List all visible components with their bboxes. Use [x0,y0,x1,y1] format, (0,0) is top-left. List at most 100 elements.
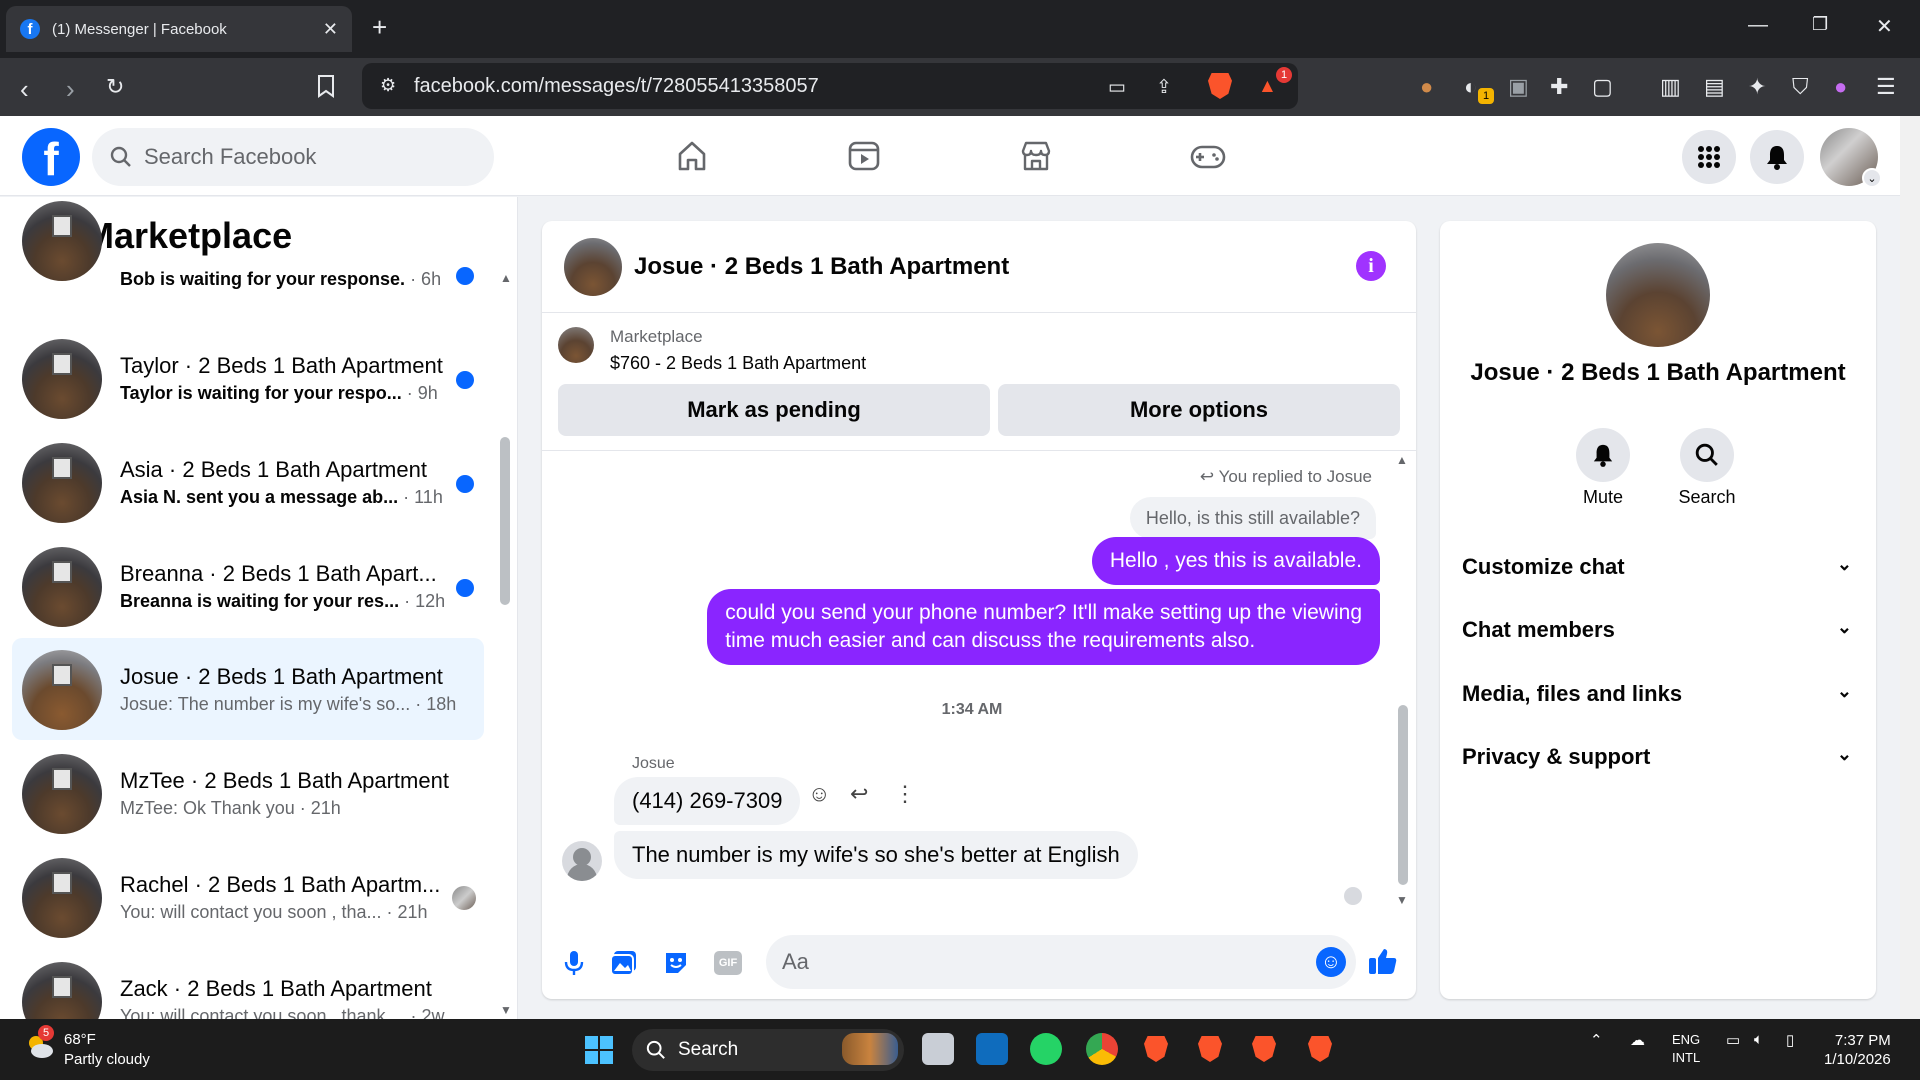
conversation-list-scrollbar[interactable] [500,437,510,605]
mute-button[interactable] [1576,428,1630,482]
conversation-name: Zack · 2 Beds 1 Bath Apartment [120,976,432,1001]
address-bar[interactable]: ⚙ facebook.com/messages/t/72805541335805… [362,63,1298,109]
chat-profile-picture[interactable] [1606,243,1710,347]
more-actions-icon[interactable]: ⋮ [894,781,916,807]
mark-as-pending-button[interactable]: Mark as pending [558,384,990,436]
incoming-message[interactable]: The number is my wife's so she's better … [614,831,1138,879]
chat-members-section[interactable]: Chat members ⌄ [1462,617,1858,643]
home-icon[interactable] [672,136,712,176]
outgoing-message[interactable]: Hello , yes this is available. [1091,537,1380,585]
photo-icon[interactable] [610,949,638,977]
vpn-shield-icon[interactable]: ⛉ [1792,74,1809,100]
battery-icon[interactable]: ▯ [1786,1031,1794,1049]
wallet-icon[interactable]: ▤ [1704,74,1725,100]
chat-avatar[interactable] [564,238,622,296]
quoted-message[interactable]: Hello, is this still available? [1129,497,1376,539]
forward-button[interactable]: › [66,74,75,105]
sender-avatar[interactable] [562,841,602,881]
marketplace-icon[interactable] [1016,136,1056,176]
brave-shields-icon[interactable] [1208,73,1232,99]
brave-profile-icon[interactable] [1252,1036,1276,1062]
microphone-icon[interactable] [560,949,588,977]
file-explorer-icon[interactable] [922,1033,954,1065]
outgoing-message[interactable]: could you send your phone number? It'll … [707,589,1380,665]
reload-button[interactable]: ↻ [106,74,124,100]
close-window-button[interactable]: ✕ [1876,14,1893,39]
listing-price-title[interactable]: $760 - 2 Beds 1 Bath Apartment [610,353,866,374]
scroll-down-arrow[interactable]: ▼ [1396,893,1408,907]
scroll-down-arrow[interactable]: ▼ [500,1003,512,1017]
browser-tab[interactable]: f (1) Messenger | Facebook ✕ [6,6,352,52]
gif-button[interactable]: GIF [714,951,742,975]
conversation-item-active[interactable]: Josue · 2 Beds 1 Bath Apartment Josue: T… [12,638,484,740]
privacy-support-section[interactable]: Privacy & support ⌄ [1462,744,1858,770]
new-tab-button[interactable]: + [372,12,387,43]
message-input-box[interactable]: ☺ [766,935,1356,989]
cookie-extension-icon[interactable]: ● [1420,74,1433,100]
facebook-search[interactable] [92,128,494,186]
extension-icon[interactable]: ◐ [1464,74,1477,100]
conversation-item[interactable]: Zack · 2 Beds 1 Bath Apartment You: will… [12,950,484,1019]
chevron-up-icon[interactable]: ⌃ [1590,1031,1603,1049]
lock-extension-icon[interactable]: ▣ [1508,74,1529,100]
notifications-button[interactable] [1750,130,1804,184]
facebook-logo[interactable]: f [22,128,80,186]
search-input[interactable] [144,144,484,170]
onedrive-icon[interactable]: ☁ [1630,1031,1645,1049]
restore-button[interactable]: ❐ [1812,14,1828,35]
minimize-button[interactable]: — [1748,14,1768,37]
menu-grid-button[interactable] [1682,130,1736,184]
brave-icon[interactable] [1144,1036,1168,1062]
screenshot-icon[interactable]: ▢ [1592,74,1613,100]
search-conversation-button[interactable] [1680,428,1734,482]
conversation-item[interactable]: MzTee · 2 Beds 1 Bath Apartment MzTee: O… [12,742,484,844]
profile-icon[interactable]: ● [1834,74,1847,100]
whatsapp-icon[interactable] [1030,1033,1062,1065]
reply-icon[interactable]: ↩ [850,781,868,807]
page-scrollbar[interactable] [1900,116,1920,1019]
share-icon[interactable]: ⇪ [1156,76,1172,99]
sidebar-icon[interactable]: ▥ [1660,74,1681,100]
video-icon[interactable] [844,136,884,176]
incoming-message[interactable]: (414) 269-7309 [614,777,801,825]
cast-icon[interactable]: ▭ [1108,76,1126,99]
volume-icon[interactable]: 🔈︎ [1754,1031,1763,1048]
more-options-button[interactable]: More options [998,384,1400,436]
message-input[interactable] [782,949,1282,975]
leo-ai-icon[interactable]: ✦ [1748,74,1766,100]
account-avatar[interactable]: ⌄ [1820,128,1882,188]
scroll-up-arrow[interactable]: ▲ [1396,453,1408,467]
back-button[interactable]: ‹ [20,74,29,105]
site-settings-icon[interactable]: ⚙ [380,75,396,96]
conversation-item[interactable]: Asia · 2 Beds 1 Bath Apartment Asia N. s… [12,431,484,533]
conversation-item[interactable]: Taylor · 2 Beds 1 Bath Apartment Taylor … [12,327,484,429]
customize-chat-section[interactable]: Customize chat ⌄ [1462,554,1858,580]
thumbs-up-icon[interactable] [1368,947,1398,982]
puzzle-extensions-icon[interactable]: ✚ [1550,74,1568,100]
emoji-icon[interactable]: ☺ [1316,947,1346,977]
close-tab-icon[interactable]: ✕ [323,19,338,40]
brave-profile-icon[interactable] [1198,1036,1222,1062]
system-clock[interactable]: 7:37 PM 1/10/2026 [1824,1031,1891,1069]
scroll-up-arrow[interactable]: ▲ [500,271,512,285]
brave-active-icon[interactable] [1308,1036,1332,1062]
brave-rewards-icon[interactable]: ▲ [1258,76,1277,98]
start-button[interactable] [584,1035,614,1065]
info-icon[interactable]: i [1356,251,1386,281]
media-files-links-section[interactable]: Media, files and links ⌄ [1462,681,1858,707]
chat-title[interactable]: Josue · 2 Beds 1 Bath Apartment [634,253,1009,281]
conversation-item[interactable]: Rachel · 2 Beds 1 Bath Apartm... You: wi… [12,846,484,948]
chrome-icon[interactable] [1086,1033,1118,1065]
bookmark-icon[interactable] [316,74,336,104]
sticker-icon[interactable] [662,949,690,977]
chat-scrollbar[interactable] [1398,705,1408,885]
react-emoji-icon[interactable]: ☺ [808,781,830,807]
listing-thumbnail[interactable] [558,327,594,363]
menu-icon[interactable]: ☰ [1876,74,1896,100]
language-indicator[interactable]: ENG INTL [1672,1031,1700,1067]
conversation-item[interactable]: Breanna · 2 Beds 1 Bath Apart... Breanna… [12,535,484,637]
notepad-icon[interactable] [976,1033,1008,1065]
gaming-icon[interactable] [1188,136,1228,176]
conversation-item[interactable]: Bob is waiting for your response. · 6h [12,197,484,291]
network-icon[interactable]: ▭ [1726,1031,1740,1049]
